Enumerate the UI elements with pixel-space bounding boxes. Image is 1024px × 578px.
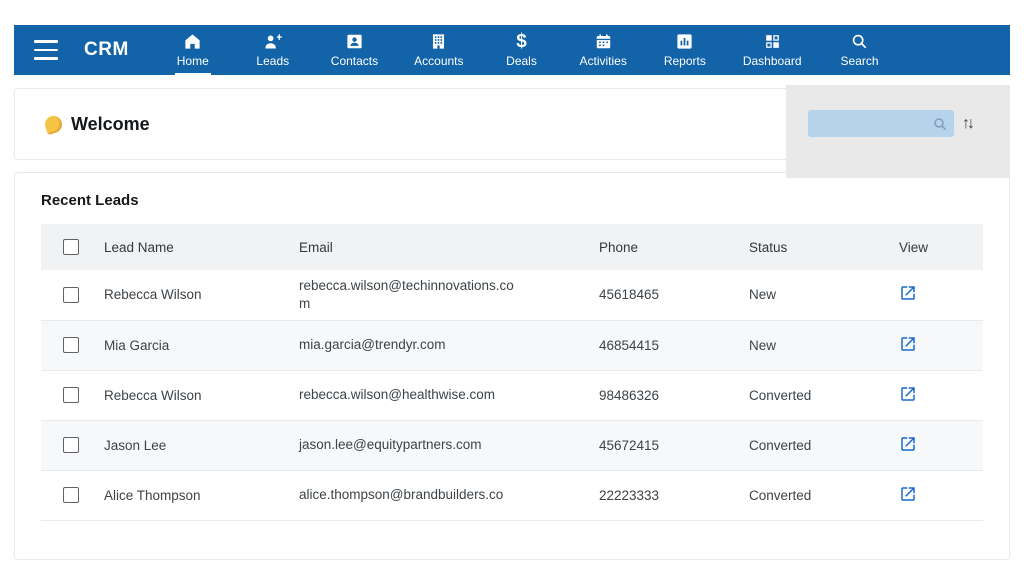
lead-status: New bbox=[741, 270, 881, 320]
lead-status: Converted bbox=[741, 470, 881, 520]
activities-icon bbox=[594, 32, 613, 51]
open-lead-icon[interactable] bbox=[899, 485, 917, 503]
open-lead-icon[interactable] bbox=[899, 284, 917, 302]
nav-item-activities[interactable]: Activities bbox=[580, 32, 627, 68]
nav-item-contacts[interactable]: Contacts bbox=[331, 32, 378, 68]
table-row: Rebecca Wilson rebecca.wilson@techinnova… bbox=[41, 270, 983, 320]
lead-name: Jason Lee bbox=[96, 420, 291, 470]
table-row: Jason Lee jason.lee@equitypartners.com 4… bbox=[41, 420, 983, 470]
table-header-row: Lead Name Email Phone Status View bbox=[41, 224, 983, 270]
nav-item-deals[interactable]: $ Deals bbox=[500, 32, 544, 68]
row-checkbox[interactable] bbox=[63, 287, 79, 303]
open-lead-icon[interactable] bbox=[899, 335, 917, 353]
search-input-magnifier-icon bbox=[932, 116, 948, 137]
nav-item-search[interactable]: Search bbox=[838, 32, 882, 68]
nav-item-leads[interactable]: Leads bbox=[251, 32, 295, 68]
table-title: Recent Leads bbox=[41, 192, 1009, 209]
search-icon bbox=[850, 32, 869, 51]
lead-name: Alice Thompson bbox=[96, 470, 291, 520]
column-header: Phone bbox=[591, 224, 741, 270]
lead-email: rebecca.wilson@healthwise.com bbox=[299, 386, 514, 404]
nav-item-home[interactable]: Home bbox=[171, 32, 215, 68]
lead-email: mia.garcia@trendyr.com bbox=[299, 336, 514, 354]
column-header: Email bbox=[291, 224, 591, 270]
nav-label: Search bbox=[841, 54, 879, 68]
lead-name: Mia Garcia bbox=[96, 320, 291, 370]
table-row: Alice Thompson alice.thompson@brandbuild… bbox=[41, 470, 983, 520]
lead-status: Converted bbox=[741, 370, 881, 420]
lead-phone: 46854415 bbox=[591, 320, 741, 370]
open-lead-icon[interactable] bbox=[899, 385, 917, 403]
leads-icon bbox=[263, 32, 283, 51]
nav-label: Activities bbox=[580, 54, 627, 68]
lead-status: Converted bbox=[741, 420, 881, 470]
lead-email: jason.lee@equitypartners.com bbox=[299, 436, 514, 454]
nav-label: Home bbox=[177, 54, 209, 68]
deals-icon: $ bbox=[516, 32, 527, 51]
search-wrap bbox=[808, 110, 954, 137]
lead-email: rebecca.wilson@techinnovations.com bbox=[299, 277, 514, 312]
nav-label: Deals bbox=[506, 54, 537, 68]
waving-hand-icon bbox=[43, 113, 64, 134]
nav-item-reports[interactable]: Reports bbox=[663, 32, 707, 68]
leads-table: Lead Name Email Phone Status View Rebecc… bbox=[41, 224, 983, 521]
lead-name: Rebecca Wilson bbox=[96, 370, 291, 420]
lead-phone: 22223333 bbox=[591, 470, 741, 520]
sort-arrows-icon[interactable]: ↑↓ bbox=[962, 110, 972, 137]
nav-label: Reports bbox=[664, 54, 706, 68]
hamburger-menu-icon[interactable] bbox=[34, 40, 58, 60]
open-lead-icon[interactable] bbox=[899, 435, 917, 453]
recent-leads-card: Recent Leads Lead Name Email Phone Statu… bbox=[14, 172, 1010, 560]
brand-logo: CRM bbox=[84, 39, 129, 61]
select-all-checkbox[interactable] bbox=[63, 239, 79, 255]
row-checkbox[interactable] bbox=[63, 437, 79, 453]
home-icon bbox=[183, 32, 202, 51]
row-checkbox[interactable] bbox=[63, 337, 79, 353]
lead-phone: 98486326 bbox=[591, 370, 741, 420]
search-highlight-overlay: ↑↓ bbox=[786, 85, 1010, 178]
lead-name: Rebecca Wilson bbox=[96, 270, 291, 320]
table-row: Rebecca Wilson rebecca.wilson@healthwise… bbox=[41, 370, 983, 420]
nav-item-dashboard[interactable]: Dashboard bbox=[743, 32, 802, 68]
table-row: Mia Garcia mia.garcia@trendyr.com 468544… bbox=[41, 320, 983, 370]
nav-item-accounts[interactable]: Accounts bbox=[414, 32, 463, 68]
nav-label: Dashboard bbox=[743, 54, 802, 68]
nav-items: Home Leads Contacts Accounts $ Deals bbox=[171, 32, 882, 68]
row-checkbox[interactable] bbox=[63, 487, 79, 503]
column-header: Status bbox=[741, 224, 881, 270]
contacts-icon bbox=[345, 32, 364, 51]
nav-label: Accounts bbox=[414, 54, 463, 68]
lead-email: alice.thompson@brandbuilders.co bbox=[299, 486, 514, 504]
lead-phone: 45672415 bbox=[591, 420, 741, 470]
reports-icon bbox=[675, 32, 694, 51]
nav-label: Contacts bbox=[331, 54, 378, 68]
accounts-icon bbox=[429, 32, 448, 51]
lead-status: New bbox=[741, 320, 881, 370]
column-header: View bbox=[881, 224, 983, 270]
dashboard-icon bbox=[763, 32, 782, 51]
page-title: Welcome bbox=[71, 114, 150, 135]
column-header: Lead Name bbox=[96, 224, 291, 270]
top-navbar: CRM Home Leads Contacts Accounts bbox=[14, 25, 1010, 75]
header-checkbox-cell bbox=[41, 224, 96, 270]
nav-label: Leads bbox=[256, 54, 289, 68]
row-checkbox[interactable] bbox=[63, 387, 79, 403]
lead-phone: 45618465 bbox=[591, 270, 741, 320]
